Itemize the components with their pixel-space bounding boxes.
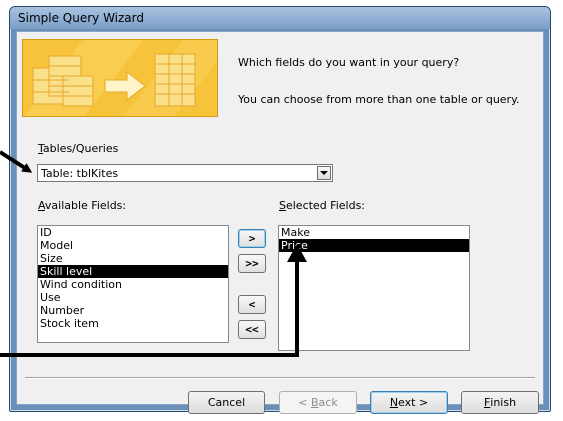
tables-queries-label: Tables/Queries	[38, 142, 119, 155]
add-all-fields-button[interactable]: >>	[238, 254, 266, 273]
tables-queries-value: Table: tblKites	[41, 167, 119, 180]
list-item[interactable]: Stock item	[38, 317, 228, 330]
list-item[interactable]: Price	[279, 239, 469, 252]
list-item[interactable]: ID	[38, 226, 228, 239]
list-item[interactable]: Number	[38, 304, 228, 317]
available-fields-list[interactable]: ID Model Size Skill level Wind condition Use N…	[37, 225, 229, 343]
remove-all-fields-button[interactable]: <<	[238, 320, 266, 339]
chevron-down-icon	[320, 171, 328, 175]
wizard-body: Which fields do you want in your query? …	[16, 31, 544, 414]
selected-fields-list[interactable]: Make Price	[278, 225, 470, 351]
table-to-query-illustration	[23, 40, 217, 116]
wizard-banner-image	[22, 39, 218, 117]
back-button[interactable]: < Back	[279, 391, 357, 414]
wizard-window: Simple Query Wizard Which fields do you …	[9, 6, 551, 414]
list-item[interactable]: Size	[38, 252, 228, 265]
remove-field-button[interactable]: <	[238, 295, 266, 314]
list-item[interactable]: Make	[279, 226, 469, 239]
tables-queries-combo[interactable]: Table: tblKites	[37, 164, 333, 182]
prompt-fields-text: Which fields do you want in your query?	[238, 56, 460, 69]
list-item[interactable]: Model	[38, 239, 228, 252]
list-item[interactable]: Wind condition	[38, 278, 228, 291]
title-bar[interactable]: Simple Query Wizard	[10, 7, 550, 29]
add-field-button[interactable]: >	[238, 229, 266, 248]
next-button[interactable]: Next >	[370, 391, 448, 414]
dropdown-button[interactable]	[317, 166, 331, 180]
cancel-button[interactable]: Cancel	[188, 391, 265, 414]
list-item[interactable]: Use	[38, 291, 228, 304]
prompt-choose-text: You can choose from more than one table …	[238, 93, 520, 106]
list-item[interactable]: Skill level	[38, 265, 228, 278]
finish-button[interactable]: Finish	[461, 391, 539, 414]
button-separator	[25, 377, 535, 379]
selected-fields-label: Selected Fields:	[279, 199, 366, 212]
window-title: Simple Query Wizard	[18, 11, 144, 25]
available-fields-label: Available Fields:	[38, 199, 127, 212]
